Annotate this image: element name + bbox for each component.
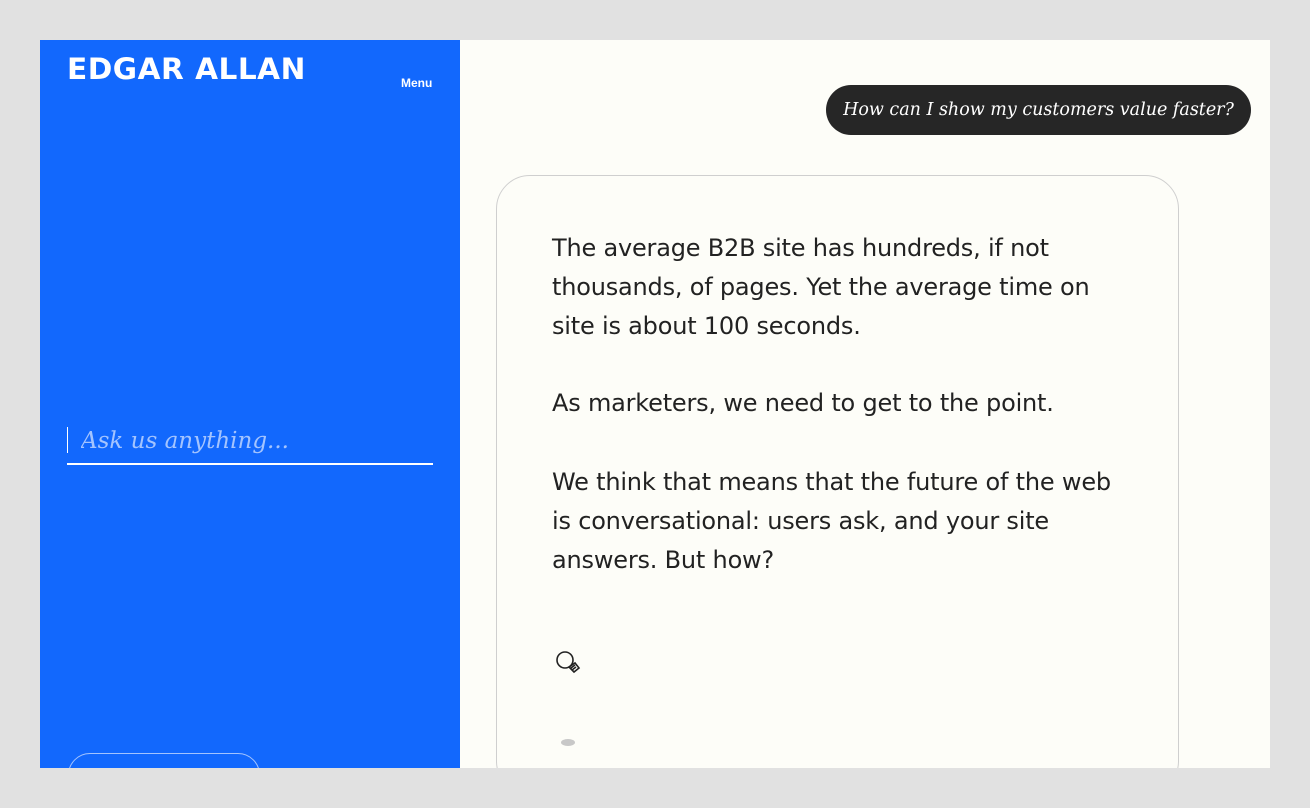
lightbulb-icon bbox=[554, 650, 582, 676]
main-panel: How can I show my customers value faster… bbox=[460, 40, 1270, 768]
ask-field[interactable] bbox=[67, 425, 433, 465]
answer-card: The average B2B site has hundreds, if no… bbox=[496, 175, 1179, 768]
user-question-bubble: How can I show my customers value faster… bbox=[826, 85, 1251, 135]
sidebar: EDGAR ALLAN Menu bbox=[40, 40, 460, 768]
ask-input[interactable] bbox=[81, 425, 421, 457]
text-cursor bbox=[67, 427, 68, 453]
answer-paragraph-3: We think that means that the future of t… bbox=[552, 468, 1111, 574]
sidebar-pill-button[interactable] bbox=[68, 753, 260, 768]
loading-dot bbox=[561, 739, 575, 746]
menu-button[interactable]: Menu bbox=[401, 76, 432, 90]
answer-paragraph-2: As marketers, we need to get to the poin… bbox=[552, 389, 1054, 417]
answer-paragraph-1: The average B2B site has hundreds, if no… bbox=[552, 234, 1090, 340]
logo[interactable]: EDGAR ALLAN bbox=[67, 55, 306, 84]
app-frame: EDGAR ALLAN Menu How can I show my custo… bbox=[40, 40, 1270, 768]
